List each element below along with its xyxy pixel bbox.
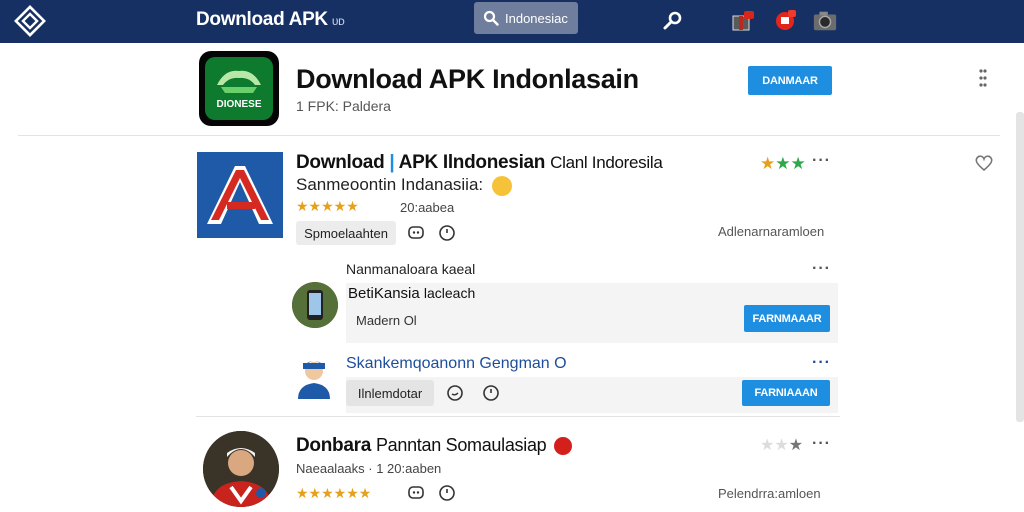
app-name-sub: ᴜᴅ xyxy=(331,14,345,28)
clock-icon[interactable] xyxy=(482,384,500,402)
sub-item-meta: Madern Ol xyxy=(356,313,417,328)
listing-subtitle-text: Sanmeoontin Indanasiia: xyxy=(296,175,484,194)
listing-2-title-b: Panntan Somaulasiap xyxy=(375,435,547,455)
camera-icon[interactable] xyxy=(812,8,838,34)
listing-title-rest: APK Ilndonesian xyxy=(398,152,546,173)
hero-emblem-icon xyxy=(205,57,273,120)
listing-side-text: Adlenarnaramloen xyxy=(718,224,825,239)
sub-item-2-more-icon[interactable]: ··· xyxy=(812,354,831,372)
more-vertical-icon[interactable] xyxy=(978,68,988,88)
heart-icon[interactable] xyxy=(974,154,994,172)
chat-icon[interactable] xyxy=(407,224,425,242)
listing-2-side-text: Pelendrra:amloen xyxy=(718,486,821,501)
rating-stars: ★★★ xyxy=(760,154,806,173)
listing-2-rating-stars: ★★★ xyxy=(760,437,804,454)
section-divider xyxy=(18,135,1000,136)
gift-icon[interactable] xyxy=(730,8,756,34)
hero-download-button[interactable]: DANMAAR xyxy=(748,66,832,95)
sub-item-name-tail: lacleach xyxy=(423,285,476,301)
hero-title: Download APK Indonlasain xyxy=(296,64,639,94)
sub-item-2-tag-chip[interactable]: Ilnlemdotar xyxy=(346,380,434,406)
listing-count: 20:aabea xyxy=(400,200,455,215)
scrollbar[interactable] xyxy=(1016,112,1024,422)
clock-icon[interactable] xyxy=(438,484,456,502)
search-button[interactable]: Indonesiac xyxy=(474,2,578,34)
listing-more-icon[interactable]: ··· xyxy=(812,152,831,170)
app-name-text: Download APK xyxy=(196,9,328,30)
notification-icon[interactable] xyxy=(772,8,798,34)
sub-item-2-download-button[interactable]: FARNIAAAN xyxy=(742,380,830,406)
phone-avatar[interactable] xyxy=(292,282,338,328)
listing-stars: ★★★★★ xyxy=(296,198,359,214)
listing-divider xyxy=(196,416,840,417)
sub-item-name-text: BetiKansia xyxy=(348,285,420,302)
sub-item-name[interactable]: BetiKansia lacleach xyxy=(348,285,475,302)
listing-app-icon-a[interactable] xyxy=(197,152,283,238)
listing-2-avatar[interactable] xyxy=(203,431,279,507)
phone-icon xyxy=(292,282,338,328)
search-icon xyxy=(483,10,499,26)
person-avatar[interactable] xyxy=(294,355,334,401)
hero-app-icon[interactable]: DIONESE xyxy=(199,51,279,126)
app-name[interactable]: Download APK ᴜᴅ xyxy=(196,9,345,31)
listing-tag-chip[interactable]: Spmoelaahten xyxy=(296,221,396,245)
clock-icon[interactable] xyxy=(438,224,456,242)
top-navigation-bar: Download APK ᴜᴅ Indonesiac xyxy=(0,0,1024,43)
listing-title-tail: Clanl Indoresila xyxy=(550,153,663,172)
person-icon xyxy=(298,361,330,399)
listing-2-stars: ★★★★★★ xyxy=(296,485,372,501)
smiley-icon xyxy=(491,175,512,196)
listing-title[interactable]: Download | APK Ilndonesian Clanl Indores… xyxy=(296,152,663,174)
sub-item-2-title[interactable]: Skankemqoanonn Gengman O xyxy=(346,355,567,373)
chat-icon[interactable] xyxy=(446,384,464,402)
red-heart-icon xyxy=(554,436,573,455)
listing-2-more-icon[interactable]: ··· xyxy=(812,435,831,453)
listing-title-bold: Download xyxy=(296,152,385,173)
diamond-logo-icon[interactable] xyxy=(14,5,46,37)
hero-icon-label: DIONESE xyxy=(216,99,262,110)
person-photo-icon xyxy=(203,431,279,507)
listing-2-title-a: Donbara xyxy=(296,435,371,456)
sub-section-heading: Nanmanaloara kaeal xyxy=(346,261,476,277)
wrench-icon[interactable] xyxy=(660,8,686,34)
letter-a-icon xyxy=(207,166,273,224)
listing-2-title[interactable]: Donbara Panntan Somaulasiap xyxy=(296,435,573,457)
sub-item-download-button[interactable]: FARNMAAAR xyxy=(744,305,830,332)
search-label: Indonesiac xyxy=(505,10,568,26)
chat-icon[interactable] xyxy=(407,484,425,502)
listing-subtitle: Sanmeoontin Indanasiia: xyxy=(296,175,512,196)
hero-subtitle: 1 FPK: Paldera xyxy=(296,98,391,114)
listing-2-meta: Naeaalaaks · 1 20:aaben xyxy=(296,461,442,476)
sub-section-more-icon[interactable]: ··· xyxy=(812,260,831,278)
